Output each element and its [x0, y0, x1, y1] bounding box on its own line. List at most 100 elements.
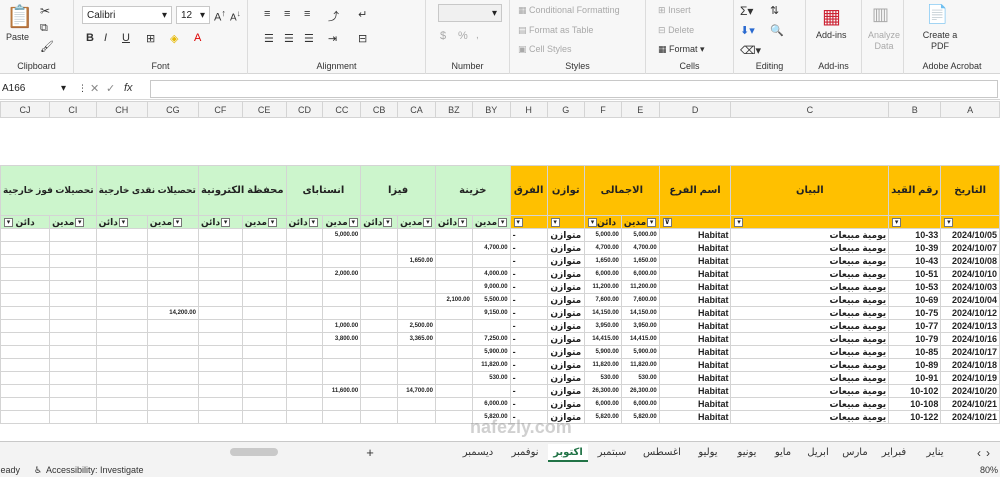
cell-statement[interactable]: يومية مبيعات: [730, 306, 890, 320]
cell-branch[interactable]: Habitat: [658, 397, 732, 411]
col-header-ch[interactable]: CH: [95, 101, 148, 118]
filter-dropdown-icon[interactable]: ▾: [647, 217, 657, 227]
header-treasury[interactable]: خزينة: [434, 165, 511, 216]
cell-diff[interactable]: -: [509, 371, 548, 385]
cell-bz[interactable]: [434, 254, 473, 268]
empty-cell[interactable]: [241, 228, 287, 242]
delete-button[interactable]: ⊟ Delete: [658, 25, 694, 36]
header-payments-cash[interactable]: تحصيلات نقدى خارجية: [95, 165, 199, 216]
empty-cell[interactable]: [197, 306, 243, 320]
cell-date[interactable]: 2024/10/13: [940, 319, 1000, 333]
cell-by[interactable]: [471, 319, 511, 333]
empty-cell[interactable]: [360, 241, 399, 255]
filter-debit-ca[interactable]: مدين ▾: [397, 215, 436, 229]
cell-by[interactable]: [471, 384, 511, 398]
empty-cell[interactable]: [360, 254, 399, 268]
percent-icon[interactable]: %: [458, 30, 468, 42]
cell-cg[interactable]: [146, 397, 199, 411]
cell-by[interactable]: 6,000.00: [471, 397, 511, 411]
bold-icon[interactable]: B: [86, 32, 94, 44]
filter-credit-cj[interactable]: ▾ دائن: [0, 215, 51, 229]
empty-cell[interactable]: [0, 280, 51, 294]
filter-credit-cd[interactable]: دائن ▾: [285, 215, 324, 229]
sheet-tab[interactable]: اكتوبر: [548, 444, 588, 462]
cell-diff[interactable]: -: [509, 384, 548, 398]
cell-credit-total[interactable]: 14,150.00: [583, 306, 622, 320]
header-total[interactable]: الاجمالى: [583, 165, 660, 216]
header-payments-foreign[interactable]: تحصيلات فوز خارجية: [0, 165, 97, 216]
filter-dropdown-icon[interactable]: ▾: [550, 218, 560, 228]
cell-by[interactable]: 7,250.00: [471, 332, 511, 346]
filter-debit-ci[interactable]: مدين ▾: [49, 215, 97, 229]
indent-icon[interactable]: ⇥: [328, 32, 337, 45]
col-header-by[interactable]: BY: [471, 101, 511, 118]
cell-balance[interactable]: متوازن: [546, 241, 585, 255]
filter-dropdown-icon[interactable]: ▾: [423, 217, 433, 227]
empty-cell[interactable]: [95, 306, 148, 320]
cell-date[interactable]: 2024/10/05: [940, 228, 1000, 242]
add-sheet-button[interactable]: +: [360, 444, 380, 462]
filter-d[interactable]: ⊽: [658, 215, 732, 229]
cell-bz[interactable]: [434, 358, 473, 372]
empty-cell[interactable]: [197, 319, 243, 333]
empty-cell[interactable]: [0, 241, 51, 255]
cell-branch[interactable]: Habitat: [658, 293, 732, 307]
cell-cg[interactable]: [146, 254, 199, 268]
empty-cell[interactable]: [285, 384, 324, 398]
align-top-icon[interactable]: ≡: [264, 8, 270, 20]
paste-button[interactable]: Paste: [6, 32, 29, 42]
empty-cell[interactable]: [49, 254, 97, 268]
cell-diff[interactable]: -: [509, 397, 548, 411]
cell-debit-total[interactable]: 3,950.00: [620, 319, 660, 333]
empty-cell[interactable]: [49, 345, 97, 359]
empty-cell[interactable]: [0, 293, 51, 307]
filter-debit-by[interactable]: مدين ▾: [471, 215, 511, 229]
filter-dropdown-icon[interactable]: ▾: [4, 217, 13, 227]
filter-dropdown-icon[interactable]: ▾: [308, 217, 318, 227]
cell-credit-total[interactable]: 14,415.00: [583, 332, 622, 346]
align-center-icon[interactable]: ☰: [284, 32, 294, 45]
align-bottom-icon[interactable]: ≡: [304, 8, 310, 20]
increase-font-icon[interactable]: A↑: [214, 8, 226, 24]
empty-cell[interactable]: [49, 371, 97, 385]
cell-debit-total[interactable]: 5,820.00: [620, 410, 660, 424]
cell-cg[interactable]: [146, 358, 199, 372]
cell-by[interactable]: 4,000.00: [471, 267, 511, 281]
cell-balance[interactable]: متوازن: [546, 228, 585, 242]
col-header-bz[interactable]: BZ: [434, 101, 473, 118]
cell-bz[interactable]: [434, 228, 473, 242]
cell-ca[interactable]: [397, 371, 436, 385]
cell-entry-no[interactable]: 10-43: [888, 254, 942, 268]
comma-icon[interactable]: ,: [476, 30, 479, 41]
empty-cell[interactable]: [285, 228, 324, 242]
cancel-icon[interactable]: ✕: [90, 82, 99, 95]
empty-cell[interactable]: [95, 384, 148, 398]
find-select-icon[interactable]: 🔍: [770, 24, 784, 37]
empty-cell[interactable]: [49, 306, 97, 320]
cell-cc[interactable]: [322, 306, 362, 320]
cell-bz[interactable]: [434, 384, 473, 398]
empty-cell[interactable]: [360, 358, 399, 372]
empty-cell[interactable]: [0, 332, 51, 346]
cell-bz[interactable]: [434, 306, 473, 320]
cell-diff[interactable]: -: [509, 358, 548, 372]
sheet-tab[interactable]: ابريل: [800, 444, 836, 462]
cell-balance[interactable]: متوازن: [546, 332, 585, 346]
insert-button[interactable]: ⊞ Insert: [658, 5, 691, 16]
empty-cell[interactable]: [197, 267, 243, 281]
cell-branch[interactable]: Habitat: [658, 228, 732, 242]
cell-credit-total[interactable]: 6,000.00: [583, 397, 622, 411]
empty-cell[interactable]: [49, 332, 97, 346]
cell-ca[interactable]: 1,650.00: [397, 254, 436, 268]
cell-balance[interactable]: متوازن: [546, 358, 585, 372]
empty-cell[interactable]: [95, 293, 148, 307]
sheet-tab[interactable]: فبراير: [874, 444, 914, 462]
empty-cell[interactable]: [49, 293, 97, 307]
cell-branch[interactable]: Habitat: [658, 267, 732, 281]
cell-statement[interactable]: يومية مبيعات: [730, 397, 890, 411]
cell-ca[interactable]: [397, 267, 436, 281]
empty-cell[interactable]: [241, 410, 287, 424]
cell-bz[interactable]: 2,100.00: [434, 293, 473, 307]
col-header-c[interactable]: C: [730, 101, 890, 118]
cell-cg[interactable]: [146, 332, 199, 346]
